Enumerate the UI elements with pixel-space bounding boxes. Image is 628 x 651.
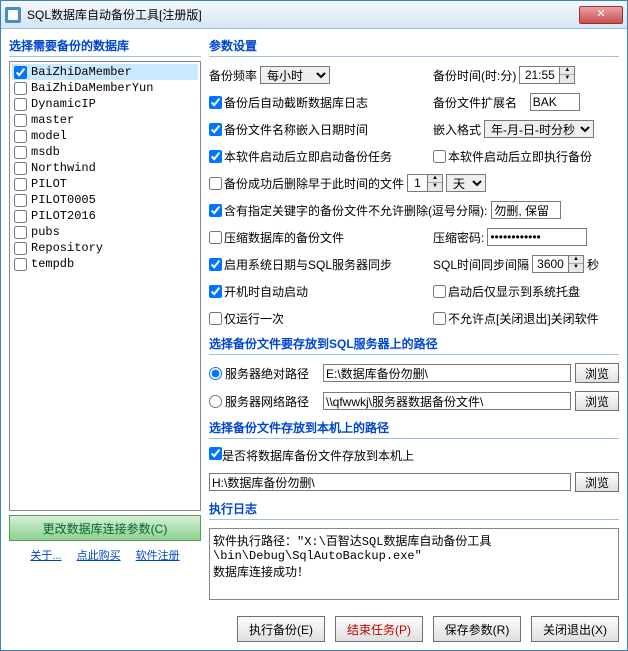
auto-truncate-checkbox[interactable]	[209, 96, 222, 109]
save-params-button[interactable]: 保存参数(R)	[433, 616, 521, 642]
autostart-checkbox[interactable]	[209, 285, 222, 298]
buy-link[interactable]: 点此购买	[77, 550, 121, 562]
params-title: 参数设置	[209, 37, 619, 57]
start-exec-checkbox[interactable]	[433, 150, 446, 163]
titlebar[interactable]: SQL数据库自动备份工具[注册版] ✕	[1, 1, 627, 29]
server-path-title: 选择备份文件要存放到SQL服务器上的路径	[209, 335, 619, 355]
local-path-input[interactable]	[209, 473, 571, 491]
list-item[interactable]: pubs	[12, 224, 198, 240]
list-item[interactable]: Repository	[12, 240, 198, 256]
db-checkbox[interactable]	[14, 66, 27, 79]
close-icon[interactable]: ✕	[579, 6, 623, 24]
list-item[interactable]: PILOT	[12, 176, 198, 192]
db-checkbox[interactable]	[14, 130, 27, 143]
list-item[interactable]: PILOT0005	[12, 192, 198, 208]
list-item[interactable]: tempdb	[12, 256, 198, 272]
register-link[interactable]: 软件注册	[136, 550, 180, 562]
delete-before-checkbox[interactable]	[209, 177, 222, 190]
freq-label: 备份频率	[209, 67, 257, 84]
list-item[interactable]: master	[12, 112, 198, 128]
exit-button[interactable]: 关闭退出(X)	[531, 616, 619, 642]
abs-path-input[interactable]	[323, 364, 571, 382]
db-checkbox[interactable]	[14, 98, 27, 111]
browse-local-button[interactable]: 浏览	[575, 472, 619, 492]
db-checkbox[interactable]	[14, 194, 27, 207]
db-list-title: 选择需要备份的数据库	[9, 37, 201, 57]
sync-interval-input[interactable]	[532, 255, 568, 273]
db-checkbox[interactable]	[14, 242, 27, 255]
update-connection-button[interactable]: 更改数据库连接参数(C)	[9, 515, 201, 541]
net-path-radio[interactable]	[209, 395, 222, 408]
db-checkbox[interactable]	[14, 210, 27, 223]
local-enable-checkbox[interactable]	[209, 447, 222, 460]
bottom-toolbar: 执行备份(E) 结束任务(P) 保存参数(R) 关闭退出(X)	[1, 608, 627, 650]
abs-path-radio[interactable]	[209, 367, 222, 380]
list-item[interactable]: PILOT2016	[12, 208, 198, 224]
stop-task-button[interactable]: 结束任务(P)	[335, 616, 423, 642]
db-checkbox[interactable]	[14, 162, 27, 175]
tray-only-checkbox[interactable]	[433, 285, 446, 298]
delete-count-input[interactable]	[407, 174, 427, 192]
sync-interval-label: SQL时间同步间隔	[433, 256, 529, 273]
list-item[interactable]: BaiZhiDaMemberYun	[12, 80, 198, 96]
list-item[interactable]: Northwind	[12, 160, 198, 176]
db-checkbox[interactable]	[14, 114, 27, 127]
compress-checkbox[interactable]	[209, 231, 222, 244]
log-output[interactable]: 软件执行路径："X:\百智达SQL数据库自动备份工具\bin\Debug\Sql…	[209, 528, 619, 600]
keyword-exclude-checkbox[interactable]	[209, 204, 222, 217]
db-checkbox[interactable]	[14, 146, 27, 159]
run-once-checkbox[interactable]	[209, 312, 222, 325]
list-item[interactable]: DynamicIP	[12, 96, 198, 112]
db-checkbox[interactable]	[14, 258, 27, 271]
list-item[interactable]: msdb	[12, 144, 198, 160]
db-checkbox[interactable]	[14, 178, 27, 191]
db-checkbox[interactable]	[14, 226, 27, 239]
app-icon	[5, 7, 21, 23]
list-item[interactable]: model	[12, 128, 198, 144]
window-title: SQL数据库自动备份工具[注册版]	[27, 6, 579, 23]
embed-fmt-select[interactable]: 年-月-日-时分秒	[484, 120, 594, 138]
ext-input[interactable]	[530, 93, 580, 111]
db-checkbox[interactable]	[14, 82, 27, 95]
compress-pwd-label: 压缩密码:	[433, 229, 484, 246]
footer-links: 关于... 点此购买 软件注册	[9, 547, 201, 563]
local-path-title: 选择备份文件存放到本机上的路径	[209, 419, 619, 439]
time-label: 备份时间(时:分)	[433, 67, 516, 84]
time-input[interactable]	[519, 66, 559, 84]
main-window: SQL数据库自动备份工具[注册版] ✕ 选择需要备份的数据库 BaiZhiDaM…	[0, 0, 628, 651]
log-title: 执行日志	[209, 500, 619, 520]
net-path-input[interactable]	[323, 392, 571, 410]
sync-time-checkbox[interactable]	[209, 258, 222, 271]
ext-label: 备份文件扩展名	[433, 94, 517, 111]
delete-unit-select[interactable]: 天	[446, 174, 486, 192]
database-list[interactable]: BaiZhiDaMemberBaiZhiDaMemberYunDynamicIP…	[9, 61, 201, 511]
about-link[interactable]: 关于...	[30, 550, 61, 562]
time-spinner[interactable]: ▲▼	[559, 66, 575, 84]
embed-fmt-label: 嵌入格式	[433, 121, 481, 138]
browse-net-button[interactable]: 浏览	[575, 391, 619, 411]
start-backup-checkbox[interactable]	[209, 150, 222, 163]
embed-datetime-checkbox[interactable]	[209, 123, 222, 136]
compress-pwd-input[interactable]	[487, 228, 587, 246]
keyword-input[interactable]	[491, 201, 561, 219]
sync-spinner[interactable]: ▲▼	[568, 255, 584, 273]
no-close-checkbox[interactable]	[433, 312, 446, 325]
freq-select[interactable]: 每小时	[260, 66, 330, 84]
browse-abs-button[interactable]: 浏览	[575, 363, 619, 383]
list-item[interactable]: BaiZhiDaMember	[12, 64, 198, 80]
delete-spinner[interactable]: ▲▼	[427, 174, 443, 192]
exec-backup-button[interactable]: 执行备份(E)	[237, 616, 325, 642]
